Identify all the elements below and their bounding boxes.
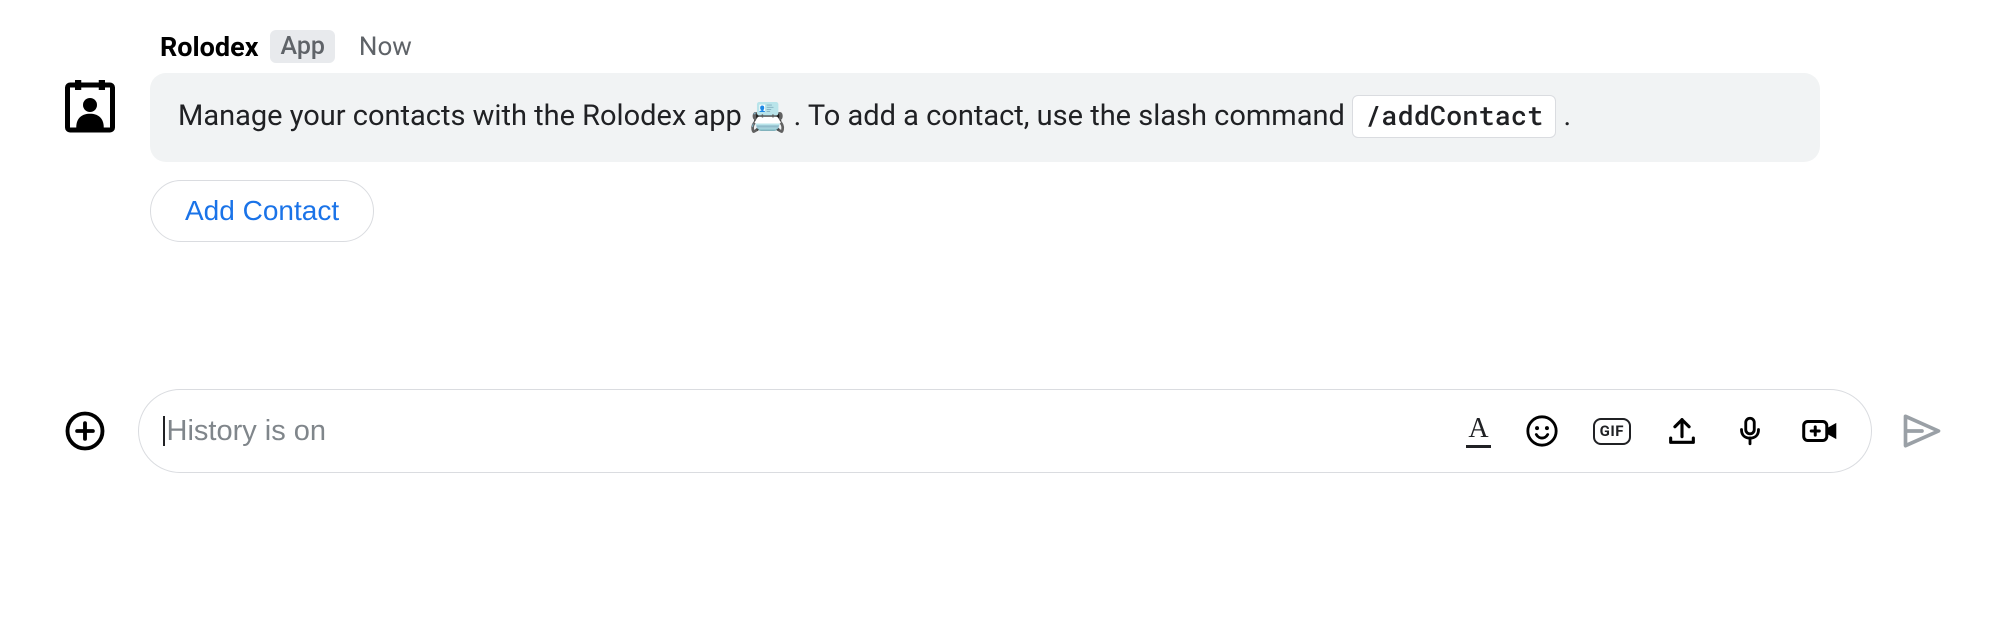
message-text-suffix: .: [1564, 99, 1572, 133]
message-header: Rolodex App Now: [150, 30, 1820, 63]
add-contact-button[interactable]: Add Contact: [150, 180, 374, 242]
message-input-container[interactable]: A GIF: [138, 389, 1872, 473]
message-text-mid: . To add a contact, use the slash comman…: [794, 99, 1353, 133]
send-icon: [1900, 409, 1944, 453]
text-format-icon: A: [1466, 415, 1490, 448]
gif-button[interactable]: GIF: [1593, 418, 1631, 445]
upload-icon: [1665, 414, 1699, 448]
text-cursor: [163, 416, 165, 446]
microphone-button[interactable]: [1733, 414, 1767, 448]
message-text-prefix: Manage your contacts with the Rolodex ap…: [178, 99, 749, 133]
rolodex-emoji: 📇: [749, 100, 786, 135]
message-row: Rolodex App Now Manage your contacts wit…: [60, 30, 1944, 242]
author-badge: App: [270, 30, 334, 63]
author-name: Rolodex: [160, 31, 258, 63]
message-content: Rolodex App Now Manage your contacts wit…: [150, 30, 1820, 242]
emoji-icon: [1525, 414, 1559, 448]
composer: A GIF: [60, 389, 1944, 473]
action-row: Add Contact: [150, 180, 1820, 242]
app-avatar: [60, 75, 120, 135]
microphone-icon: [1733, 414, 1767, 448]
input-toolbar: A GIF: [1466, 414, 1847, 448]
send-button[interactable]: [1900, 409, 1944, 453]
plus-circle-icon: [64, 410, 106, 452]
video-plus-icon: [1801, 414, 1839, 448]
chat-area: Rolodex App Now Manage your contacts wit…: [0, 0, 2004, 242]
emoji-button[interactable]: [1525, 414, 1559, 448]
text-formatting-button[interactable]: A: [1466, 415, 1490, 448]
message-timestamp: Now: [359, 32, 412, 62]
slash-command-code: /addContact: [1352, 95, 1556, 137]
add-attachment-button[interactable]: [60, 406, 110, 456]
video-button[interactable]: [1801, 414, 1839, 448]
upload-button[interactable]: [1665, 414, 1699, 448]
message-input[interactable]: [167, 415, 1467, 448]
gif-icon: GIF: [1593, 418, 1631, 445]
message-bubble: Manage your contacts with the Rolodex ap…: [150, 73, 1820, 162]
calendar-person-icon: [60, 75, 120, 135]
